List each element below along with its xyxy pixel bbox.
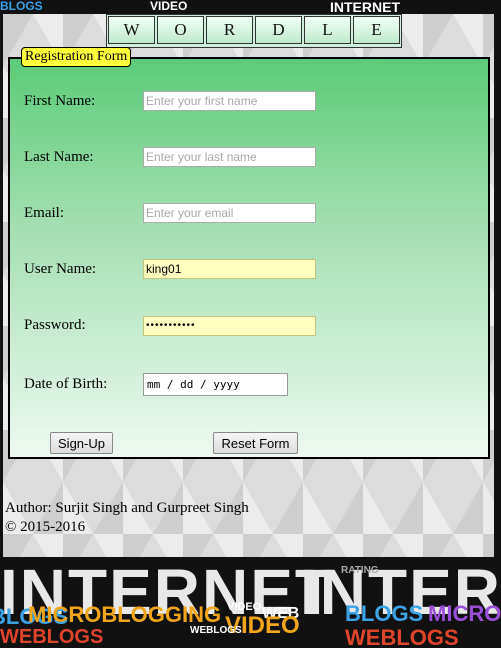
email-input[interactable]: Enter your email — [143, 203, 316, 223]
wordle-tile: O — [157, 16, 204, 44]
last-name-input[interactable]: Enter your last name — [143, 147, 316, 167]
last-name-label: Last Name: — [24, 149, 94, 165]
bg-word: WEBLOGS — [190, 625, 242, 636]
password-label: Password: — [24, 317, 86, 333]
password-input[interactable]: ••••••••••• — [143, 316, 316, 336]
wordle-tile: D — [255, 16, 302, 44]
bg-word: WEBLOGS — [0, 626, 104, 648]
registration-form — [8, 57, 490, 459]
dob-label: Date of Birth: — [24, 376, 108, 392]
user-name-input[interactable]: king01 — [143, 259, 316, 279]
wordle-tile: R — [206, 16, 253, 44]
bg-word: BLOGS — [345, 601, 424, 626]
footer-copyright: © 2015-2016 — [5, 519, 86, 535]
dob-date-input[interactable]: mm / dd / yyyy — [143, 373, 288, 396]
wordle-tile: E — [353, 16, 400, 44]
user-name-label: User Name: — [24, 261, 97, 277]
bg-word: BLOGS — [0, 0, 43, 13]
first-name-label: First Name: — [24, 93, 96, 109]
form-legend: Registration Form — [21, 47, 132, 67]
reset-form-button[interactable]: Reset Form — [213, 432, 298, 454]
bg-word: RATING — [341, 565, 379, 576]
bg-word: MICROBLOGGING — [428, 601, 501, 626]
wordle-tile: L — [304, 16, 351, 44]
wordle-title: W O R D L E — [106, 14, 402, 48]
first-name-input[interactable]: Enter your first name — [143, 91, 316, 111]
email-label: Email: — [24, 205, 64, 221]
wordle-tile: W — [108, 16, 155, 44]
bg-word: VIDEO — [150, 0, 188, 13]
signup-button[interactable]: Sign-Up — [50, 432, 113, 454]
bg-word: MICROBLOGGING — [28, 602, 222, 627]
footer-author: Author: Surjit Singh and Gurpreet Singh — [5, 500, 249, 516]
bg-word: INTERNET — [330, 0, 400, 15]
bg-word: WEBLOGS — [345, 625, 459, 648]
